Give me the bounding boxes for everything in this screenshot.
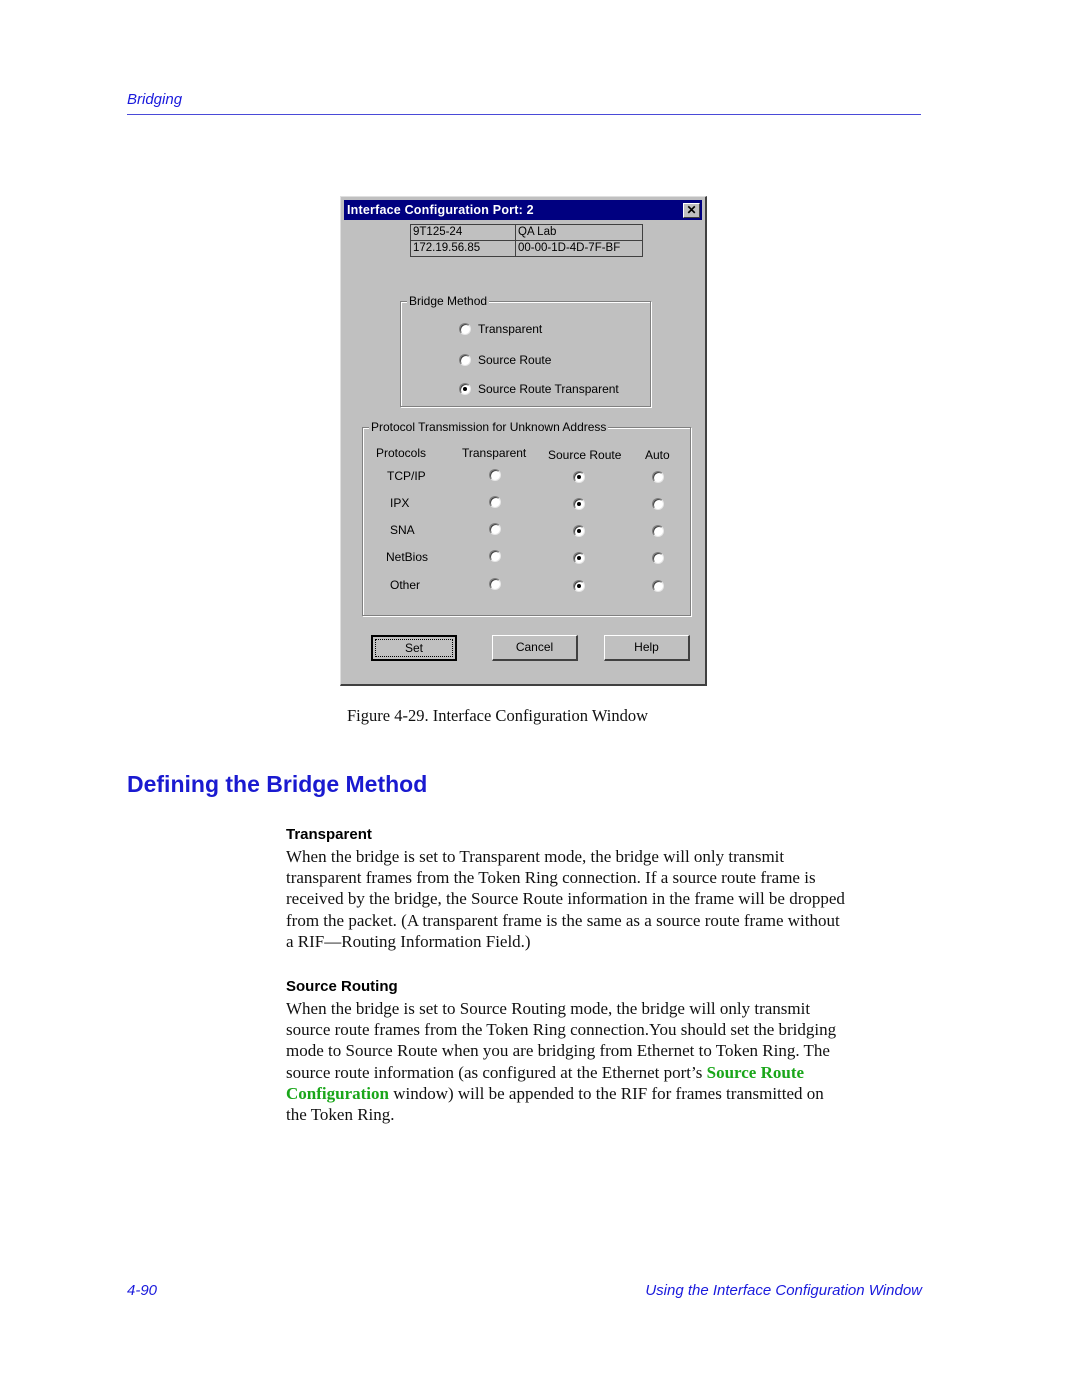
paragraph-line: received by the bridge, the Source Route… xyxy=(286,889,845,909)
column-header-auto: Auto xyxy=(645,448,670,462)
bridge-option-source-route-transparent[interactable]: Source Route Transparent xyxy=(459,382,619,396)
info-row: 172.19.56.85 00-00-1D-4D-7F-BF xyxy=(410,240,643,257)
column-header-protocols: Protocols xyxy=(376,446,427,460)
option-label: Source Route xyxy=(478,353,552,367)
radio-source-route-transparent[interactable] xyxy=(459,383,471,395)
bridge-method-group: Bridge Method Transparent Source Route S… xyxy=(400,294,651,407)
location-cell: QA Lab xyxy=(515,224,643,241)
paragraph-line: transparent frames from the Token Ring c… xyxy=(286,868,816,888)
paragraph-line: a RIF—Routing Information Field.) xyxy=(286,931,531,951)
column-header-source-route: Source Route xyxy=(548,448,622,462)
source-route-configuration-link[interactable]: Source Route xyxy=(707,1063,804,1082)
header-rule xyxy=(127,114,921,115)
paragraph-line: When the bridge is set to Transparent mo… xyxy=(286,847,785,866)
footer-chapter-title: Using the Interface Configuration Window xyxy=(645,1282,922,1299)
bridge-method-label: Bridge Method xyxy=(407,294,490,308)
info-row: 9T125-24 QA Lab xyxy=(410,224,643,241)
source-route-configuration-link-cont[interactable]: Configuration xyxy=(286,1084,389,1103)
radio-transparent[interactable] xyxy=(459,323,471,335)
radio-other-transparent[interactable] xyxy=(489,578,501,590)
radio-netbios-auto[interactable] xyxy=(652,552,664,564)
dialog-title: Interface Configuration Port: 2 xyxy=(347,203,534,217)
protocol-label: NetBios xyxy=(386,550,429,564)
bridge-option-transparent[interactable]: Transparent xyxy=(459,322,542,336)
figure-caption: Figure 4-29. Interface Configuration Win… xyxy=(347,706,648,725)
paragraph-line: source route frames from the Token Ring … xyxy=(286,1020,837,1040)
set-button[interactable]: Set xyxy=(371,635,457,661)
device-name-cell: 9T125-24 xyxy=(410,224,516,241)
radio-tcpip-transparent[interactable] xyxy=(489,469,501,481)
protocol-label: Other xyxy=(390,578,421,592)
section-title: Defining the Bridge Method xyxy=(127,771,428,797)
radio-source-route[interactable] xyxy=(459,354,471,366)
radio-tcpip-source-route[interactable] xyxy=(573,471,585,483)
radio-ipx-transparent[interactable] xyxy=(489,496,501,508)
protocol-transmission-group: Protocol Transmission for Unknown Addres… xyxy=(362,420,691,616)
paragraph-line: mode to Source Route when you are bridgi… xyxy=(286,1041,830,1061)
paragraph-line: source route information (as configured … xyxy=(286,1062,926,1083)
radio-other-source-route[interactable] xyxy=(573,580,585,592)
ip-address-cell: 172.19.56.85 xyxy=(410,240,516,257)
paragraph-line: from the packet. (A transparent frame is… xyxy=(286,910,840,930)
protocol-label: SNA xyxy=(390,523,415,537)
protocol-transmission-label: Protocol Transmission for Unknown Addres… xyxy=(369,420,609,434)
close-icon: ✕ xyxy=(686,203,697,217)
radio-sna-transparent[interactable] xyxy=(489,523,501,535)
radio-netbios-source-route[interactable] xyxy=(573,552,585,564)
paragraph-line: When the bridge is set to Source Routing… xyxy=(286,999,811,1018)
radio-sna-source-route[interactable] xyxy=(573,525,585,537)
radio-sna-auto[interactable] xyxy=(652,525,664,537)
protocol-label: IPX xyxy=(390,496,410,510)
port-info-table: 9T125-24 QA Lab 172.19.56.85 00-00-1D-4D… xyxy=(410,224,643,257)
set-button-label: Set xyxy=(375,639,453,657)
dialog-titlebar[interactable]: Interface Configuration Port: 2 ✕ xyxy=(344,200,702,220)
running-head: Bridging xyxy=(127,91,183,108)
mac-address-cell: 00-00-1D-4D-7F-BF xyxy=(515,240,643,257)
source-routing-heading: Source Routing xyxy=(286,978,398,995)
radio-ipx-auto[interactable] xyxy=(652,498,664,510)
radio-netbios-transparent[interactable] xyxy=(489,550,501,562)
paragraph-line: Configuration window) will be appended t… xyxy=(286,1083,926,1104)
source-routing-paragraph: When the bridge is set to Source Routing… xyxy=(286,998,926,1125)
option-label: Source Route Transparent xyxy=(478,382,619,396)
radio-ipx-source-route[interactable] xyxy=(573,498,585,510)
line-text: source route information (as configured … xyxy=(286,1062,707,1082)
help-button[interactable]: Help xyxy=(604,635,690,661)
close-button[interactable]: ✕ xyxy=(683,203,700,218)
radio-other-auto[interactable] xyxy=(652,580,664,592)
paragraph-line: the Token Ring. xyxy=(286,1105,395,1125)
transparent-heading: Transparent xyxy=(286,826,372,843)
line-text: window) will be appended to the RIF for … xyxy=(388,1083,824,1103)
bridge-option-source-route[interactable]: Source Route xyxy=(459,353,551,367)
option-label: Transparent xyxy=(478,322,543,336)
radio-tcpip-auto[interactable] xyxy=(652,471,664,483)
interface-configuration-dialog: Interface Configuration Port: 2 ✕ 9T125-… xyxy=(340,196,707,686)
cancel-button[interactable]: Cancel xyxy=(492,635,578,661)
column-header-transparent: Transparent xyxy=(462,446,527,460)
page-number: 4-90 xyxy=(127,1282,158,1299)
protocol-label: TCP/IP xyxy=(387,469,426,483)
transparent-paragraph: When the bridge is set to Transparent mo… xyxy=(286,846,926,952)
